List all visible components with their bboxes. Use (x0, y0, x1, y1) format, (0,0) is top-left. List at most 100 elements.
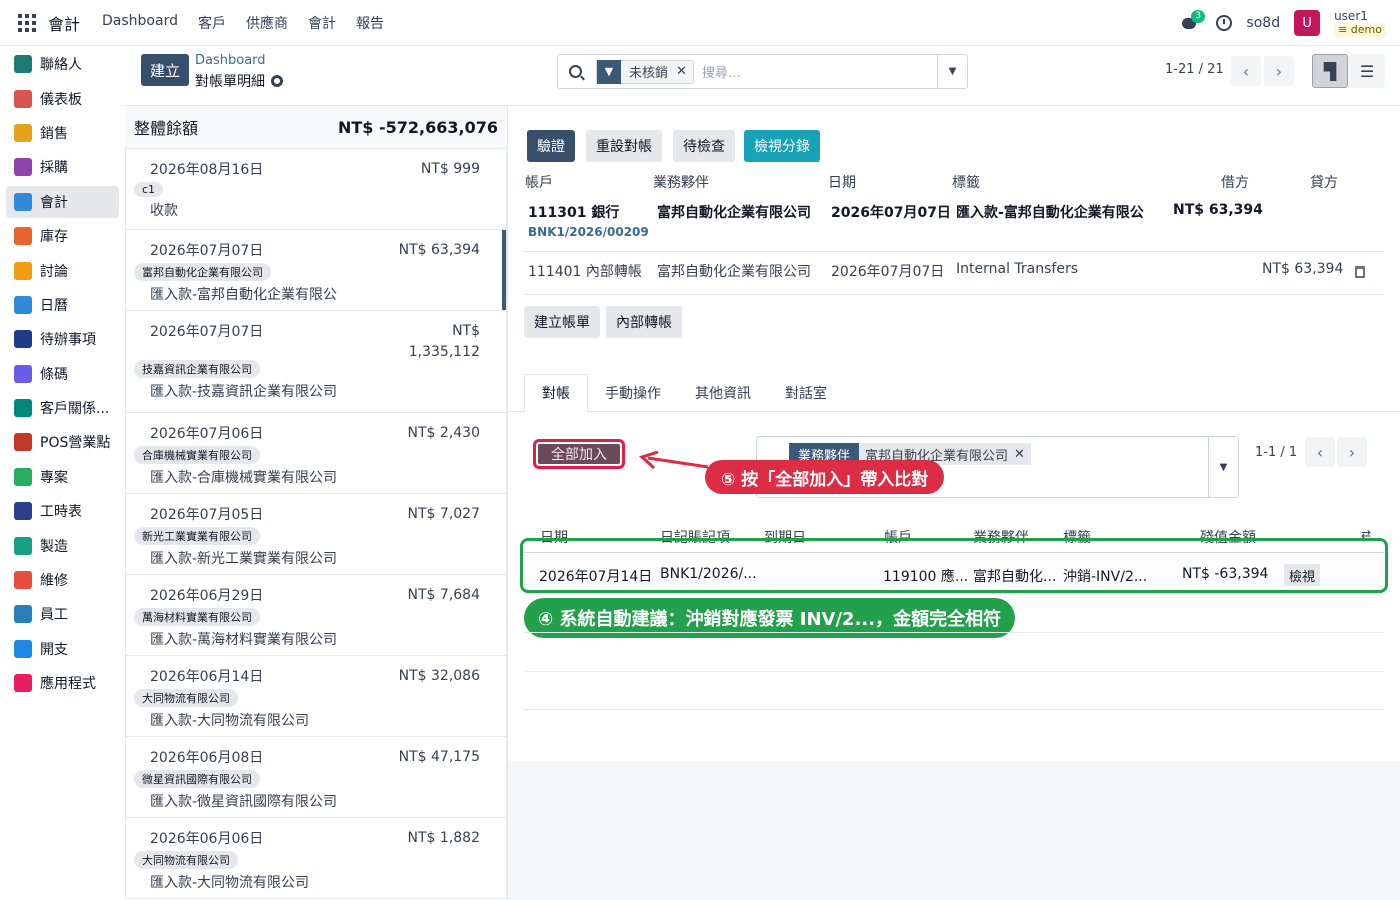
reset-button[interactable]: 重設對帳 (586, 130, 662, 162)
statement-line-card[interactable]: 2026年08月16日 NT$ 999 c1 收款 (125, 148, 507, 230)
create-bill-button[interactable]: 建立帳單 (524, 306, 600, 338)
user-name: user1 (1334, 9, 1368, 23)
empty-row-divider (524, 671, 1384, 672)
sidebar-item[interactable]: 聯絡人 (6, 48, 119, 80)
line2-credit[interactable]: NT$ 63,394 (1262, 261, 1343, 277)
chat-icon[interactable]: 3 (1180, 10, 1206, 34)
sidebar-item[interactable]: POS營業點 (6, 426, 119, 458)
view-entries-button[interactable]: 檢視分錄 (744, 130, 820, 162)
sidebar-item[interactable]: 銷售 (6, 117, 119, 149)
menu-customers[interactable]: 客戶 (198, 13, 226, 33)
sidebar-item-label: 採購 (40, 160, 68, 177)
sidebar-item-label: 討論 (40, 263, 68, 280)
breadcrumb-current: 對帳單明細 (195, 71, 283, 91)
sidebar-item-label: 會計 (40, 194, 68, 211)
line2-account[interactable]: 111401 內部轉帳 (528, 261, 642, 281)
sidebar-item[interactable]: 庫存 (6, 220, 119, 252)
tab-chatter[interactable]: 對話室 (768, 374, 844, 412)
statement-line-card[interactable]: 2026年07月06日 NT$ 2,430 合庫機械實業有限公司 匯入款-合庫機械實業… (125, 413, 507, 494)
user-menu[interactable]: user1 ≡ demo (1334, 9, 1386, 37)
list-view-icon[interactable]: ☰ (1349, 54, 1385, 88)
sidebar-item[interactable]: 員工 (6, 598, 119, 630)
tab-manual[interactable]: 手動操作 (588, 374, 678, 412)
app-icon (14, 227, 32, 246)
search-bar[interactable]: ▼ 未核銷 ✕ 搜尋… ▼ (557, 54, 968, 89)
statement-line-card[interactable]: 2026年07月07日 NT$ 1,335,112 技嘉資訊企業有限公司 匯入款-技嘉… (125, 311, 507, 413)
match-pager-previous[interactable]: ‹ (1305, 437, 1335, 467)
sidebar-item[interactable]: 日曆 (6, 289, 119, 321)
trash-icon[interactable] (1355, 266, 1365, 278)
sidebar-item[interactable]: 客戶關係... (6, 392, 119, 424)
breadcrumb-parent[interactable]: Dashboard (195, 53, 266, 68)
line1-partner[interactable]: 富邦自動化企業有限公司 (657, 202, 811, 222)
menu-reporting[interactable]: 報告 (356, 13, 384, 33)
validate-button[interactable]: 驗證 (527, 130, 575, 162)
gear-icon[interactable] (271, 75, 283, 87)
statement-line-card[interactable]: 2026年07月05日 NT$ 7,027 新光工業實業有限公司 匯入款-新光工業實業… (125, 494, 507, 575)
tab-reconcile[interactable]: 對帳 (524, 374, 588, 412)
sidebar-item[interactable]: 應用程式 (6, 667, 119, 699)
line1-ref[interactable]: BNK1/2026/00209 (528, 225, 649, 239)
sidebar-item-label: 專案 (40, 469, 68, 486)
sidebar-item[interactable]: 採購 (6, 151, 119, 183)
search-options-toggle[interactable]: ▼ (937, 55, 967, 88)
statement-line-card[interactable]: 2026年06月08日 NT$ 47,175 微星資訊國際有限公司 匯入款-微星資訊國… (125, 737, 507, 818)
filter-remove-icon[interactable]: ✕ (1014, 447, 1031, 462)
user-avatar[interactable]: U (1294, 10, 1321, 36)
kanban-view-icon[interactable]: ▜ (1312, 54, 1348, 88)
sidebar-item[interactable]: 維修 (6, 564, 119, 596)
sidebar-item[interactable]: 製造 (6, 529, 119, 561)
activity-clock-icon[interactable] (1216, 15, 1233, 31)
to-check-button[interactable]: 待檢查 (673, 130, 735, 162)
line2-partner[interactable]: 富邦自動化企業有限公司 (657, 261, 811, 281)
statement-line-card[interactable]: 2026年06月06日 NT$ 1,882 大同物流有限公司 匯入款-大同物流有限公司 (125, 818, 507, 899)
line2-label[interactable]: Internal Transfers (956, 261, 1078, 277)
sidebar-item-label: 條碼 (40, 366, 68, 383)
line1-debit[interactable]: NT$ 63,394 (1173, 202, 1263, 218)
partner-tag: 富邦自動化企業有限公司 (134, 263, 271, 281)
apps-grid-icon[interactable] (18, 13, 36, 32)
facet-remove-icon[interactable]: ✕ (676, 64, 693, 79)
company-name[interactable]: so8d (1246, 15, 1280, 31)
sidebar-item[interactable]: 條碼 (6, 358, 119, 390)
statement-line-card[interactable]: 2026年07月07日 NT$ 63,394 富邦自動化企業有限公司 匯入款-富邦自動… (125, 230, 507, 311)
card-memo: 匯入款-微星資訊國際有限公司 (150, 794, 338, 810)
menu-accounting[interactable]: 會計 (308, 13, 336, 33)
search-input[interactable]: 搜尋… (702, 62, 937, 81)
line2-date[interactable]: 2026年07月07日 (831, 261, 944, 281)
sidebar-item[interactable]: 儀表板 (6, 82, 119, 114)
card-memo: 匯入款-萬海材料實業有限公司 (150, 632, 338, 648)
line1-account[interactable]: 111301 銀行 (528, 202, 619, 222)
pager-next-button[interactable]: › (1264, 56, 1294, 86)
sidebar-item[interactable]: 待辦事項 (6, 323, 119, 355)
pager-value[interactable]: 1-21 / 21 (1165, 62, 1224, 77)
internal-transfer-button[interactable]: 內部轉帳 (606, 306, 682, 338)
statement-line-card[interactable]: 2026年06月29日 NT$ 7,684 萬海材料實業有限公司 匯入款-萬海材料實業… (125, 575, 507, 656)
create-button[interactable]: 建立 (141, 54, 189, 86)
match-pager-value[interactable]: 1-1 / 1 (1255, 445, 1297, 460)
card-amount: NT$ 63,394 (398, 242, 480, 258)
line1-date[interactable]: 2026年07月07日 (831, 202, 951, 222)
partner-tag: 大同物流有限公司 (134, 851, 238, 869)
app-brand[interactable]: 會計 (48, 11, 80, 35)
sidebar-item[interactable]: 工時表 (6, 495, 119, 527)
menu-dashboard[interactable]: Dashboard (102, 13, 178, 33)
card-memo: 匯入款-大同物流有限公司 (150, 713, 310, 729)
sidebar-item[interactable]: 討論 (6, 254, 119, 286)
filter-options-toggle[interactable]: ▼ (1208, 437, 1238, 497)
sidebar-item[interactable]: 開支 (6, 633, 119, 665)
tab-other-info[interactable]: 其他資訊 (678, 374, 768, 412)
search-facet[interactable]: ▼ 未核銷 ✕ (596, 59, 694, 84)
menu-vendors[interactable]: 供應商 (246, 13, 288, 33)
pager-previous-button[interactable]: ‹ (1231, 56, 1261, 86)
add-all-button[interactable]: 全部加入 (533, 439, 625, 469)
step5-callout: ⑤ 按「全部加入」帶入比對 (705, 460, 945, 494)
sidebar-item[interactable]: 專案 (6, 461, 119, 493)
match-pager-next[interactable]: › (1337, 437, 1367, 467)
reconciliation-panel: 驗證 重設對帳 待檢查 檢視分錄 帳戶 業務夥伴 日期 標籤 借方 貸方 111… (508, 106, 1400, 900)
line1-label[interactable]: 匯入款-富邦自動化企業有限公 (956, 202, 1156, 222)
card-memo: 匯入款-大同物流有限公司 (150, 875, 310, 891)
app-icon (14, 674, 32, 693)
sidebar-item[interactable]: 會計 (6, 185, 119, 218)
statement-line-card[interactable]: 2026年06月14日 NT$ 32,086 大同物流有限公司 匯入款-大同物流有限公… (125, 656, 507, 737)
